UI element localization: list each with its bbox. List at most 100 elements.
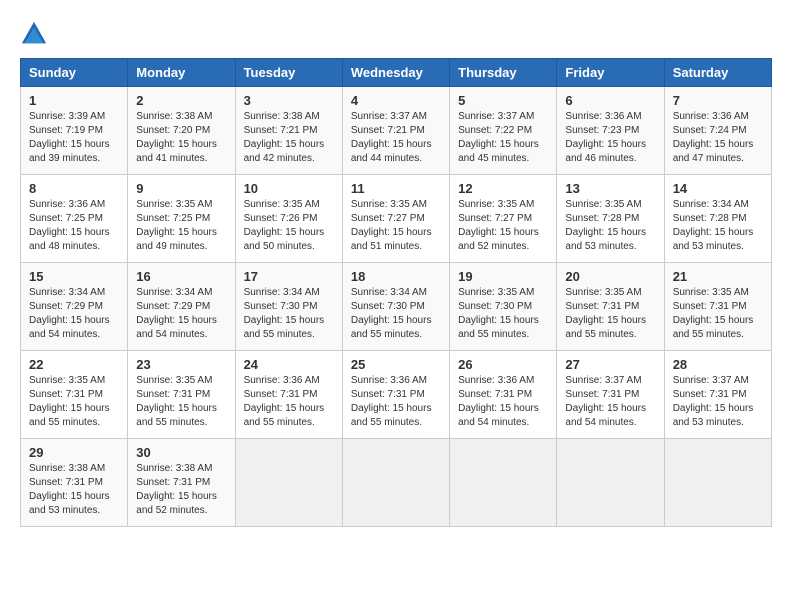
day-info: Sunrise: 3:38 AM Sunset: 7:20 PM Dayligh… xyxy=(136,110,226,166)
day-info: Sunrise: 3:36 AM Sunset: 7:25 PM Dayligh… xyxy=(29,198,119,254)
day-cell: 17 Sunrise: 3:34 AM Sunset: 7:30 PM Dayli… xyxy=(235,263,342,351)
day-number: 4 xyxy=(351,93,441,108)
day-info: Sunrise: 3:39 AM Sunset: 7:19 PM Dayligh… xyxy=(29,110,119,166)
day-cell: 18 Sunrise: 3:34 AM Sunset: 7:30 PM Dayli… xyxy=(342,263,449,351)
day-number: 8 xyxy=(29,181,119,196)
day-cell: 8 Sunrise: 3:36 AM Sunset: 7:25 PM Daylig… xyxy=(21,175,128,263)
weekday-header-thursday: Thursday xyxy=(450,59,557,87)
week-row-5: 29 Sunrise: 3:38 AM Sunset: 7:31 PM Dayli… xyxy=(21,439,772,527)
day-cell xyxy=(235,439,342,527)
day-cell: 25 Sunrise: 3:36 AM Sunset: 7:31 PM Dayli… xyxy=(342,351,449,439)
day-info: Sunrise: 3:36 AM Sunset: 7:23 PM Dayligh… xyxy=(565,110,655,166)
day-info: Sunrise: 3:35 AM Sunset: 7:30 PM Dayligh… xyxy=(458,286,548,342)
week-row-4: 22 Sunrise: 3:35 AM Sunset: 7:31 PM Dayli… xyxy=(21,351,772,439)
day-number: 18 xyxy=(351,269,441,284)
logo xyxy=(20,20,52,48)
day-cell: 27Sunrise: 3:37 AM Sunset: 7:31 PM Dayli… xyxy=(557,351,664,439)
day-number: 29 xyxy=(29,445,119,460)
day-info: Sunrise: 3:34 AM Sunset: 7:30 PM Dayligh… xyxy=(351,286,441,342)
day-number: 17 xyxy=(244,269,334,284)
day-number: 15 xyxy=(29,269,119,284)
day-info: Sunrise: 3:37 AM Sunset: 7:22 PM Dayligh… xyxy=(458,110,548,166)
weekday-header-monday: Monday xyxy=(128,59,235,87)
day-info: Sunrise: 3:34 AM Sunset: 7:30 PM Dayligh… xyxy=(244,286,334,342)
day-cell: 19 Sunrise: 3:35 AM Sunset: 7:30 PM Dayli… xyxy=(450,263,557,351)
day-info: Sunrise: 3:36 AM Sunset: 7:24 PM Dayligh… xyxy=(673,110,763,166)
day-number: 23 xyxy=(136,357,226,372)
day-number: 13 xyxy=(565,181,655,196)
day-info: Sunrise: 3:35 AM Sunset: 7:31 PM Dayligh… xyxy=(673,286,763,342)
day-number: 21 xyxy=(673,269,763,284)
day-cell: 23 Sunrise: 3:35 AM Sunset: 7:31 PM Dayli… xyxy=(128,351,235,439)
day-number: 20 xyxy=(565,269,655,284)
day-number: 14 xyxy=(673,181,763,196)
day-cell xyxy=(342,439,449,527)
day-info: Sunrise: 3:35 AM Sunset: 7:25 PM Dayligh… xyxy=(136,198,226,254)
day-info: Sunrise: 3:37 AM Sunset: 7:21 PM Dayligh… xyxy=(351,110,441,166)
day-cell: 13 Sunrise: 3:35 AM Sunset: 7:28 PM Dayli… xyxy=(557,175,664,263)
weekday-header-sunday: Sunday xyxy=(21,59,128,87)
day-cell: 24Sunrise: 3:36 AM Sunset: 7:31 PM Dayli… xyxy=(235,351,342,439)
day-number: 10 xyxy=(244,181,334,196)
day-cell: 11 Sunrise: 3:35 AM Sunset: 7:27 PM Dayli… xyxy=(342,175,449,263)
day-number: 22 xyxy=(29,357,119,372)
day-info: Sunrise: 3:34 AM Sunset: 7:29 PM Dayligh… xyxy=(136,286,226,342)
weekday-header-saturday: Saturday xyxy=(664,59,771,87)
weekday-header-friday: Friday xyxy=(557,59,664,87)
day-number: 30 xyxy=(136,445,226,460)
day-number: 28 xyxy=(673,357,763,372)
day-info: Sunrise: 3:36 AM Sunset: 7:31 PM Dayligh… xyxy=(351,374,441,430)
day-info: Sunrise: 3:36 AM Sunset: 7:31 PM Dayligh… xyxy=(458,374,548,430)
day-info: Sunrise: 3:35 AM Sunset: 7:27 PM Dayligh… xyxy=(351,198,441,254)
day-number: 9 xyxy=(136,181,226,196)
day-number: 25 xyxy=(351,357,441,372)
day-cell xyxy=(450,439,557,527)
week-row-1: 1 Sunrise: 3:39 AM Sunset: 7:19 PM Daylig… xyxy=(21,87,772,175)
day-number: 2 xyxy=(136,93,226,108)
day-number: 19 xyxy=(458,269,548,284)
day-cell: 6 Sunrise: 3:36 AM Sunset: 7:23 PM Daylig… xyxy=(557,87,664,175)
calendar-table: SundayMondayTuesdayWednesdayThursdayFrid… xyxy=(20,58,772,527)
day-cell: 22 Sunrise: 3:35 AM Sunset: 7:31 PM Dayli… xyxy=(21,351,128,439)
day-info: Sunrise: 3:36 AM Sunset: 7:31 PM Dayligh… xyxy=(244,374,334,430)
day-cell: 14 Sunrise: 3:34 AM Sunset: 7:28 PM Dayli… xyxy=(664,175,771,263)
day-cell: 20 Sunrise: 3:35 AM Sunset: 7:31 PM Dayli… xyxy=(557,263,664,351)
day-cell: 4 Sunrise: 3:37 AM Sunset: 7:21 PM Daylig… xyxy=(342,87,449,175)
day-number: 1 xyxy=(29,93,119,108)
week-row-2: 8 Sunrise: 3:36 AM Sunset: 7:25 PM Daylig… xyxy=(21,175,772,263)
day-info: Sunrise: 3:38 AM Sunset: 7:21 PM Dayligh… xyxy=(244,110,334,166)
day-info: Sunrise: 3:35 AM Sunset: 7:31 PM Dayligh… xyxy=(29,374,119,430)
day-info: Sunrise: 3:34 AM Sunset: 7:29 PM Dayligh… xyxy=(29,286,119,342)
day-cell: 2 Sunrise: 3:38 AM Sunset: 7:20 PM Daylig… xyxy=(128,87,235,175)
day-info: Sunrise: 3:37 AM Sunset: 7:31 PM Dayligh… xyxy=(673,374,763,430)
weekday-header-row: SundayMondayTuesdayWednesdayThursdayFrid… xyxy=(21,59,772,87)
day-cell: 16 Sunrise: 3:34 AM Sunset: 7:29 PM Dayli… xyxy=(128,263,235,351)
day-info: Sunrise: 3:34 AM Sunset: 7:28 PM Dayligh… xyxy=(673,198,763,254)
day-info: Sunrise: 3:35 AM Sunset: 7:31 PM Dayligh… xyxy=(565,286,655,342)
day-cell: 29 Sunrise: 3:38 AM Sunset: 7:31 PM Dayli… xyxy=(21,439,128,527)
day-cell xyxy=(664,439,771,527)
day-cell: 15 Sunrise: 3:34 AM Sunset: 7:29 PM Dayli… xyxy=(21,263,128,351)
day-cell: 26Sunrise: 3:36 AM Sunset: 7:31 PM Dayli… xyxy=(450,351,557,439)
weekday-header-tuesday: Tuesday xyxy=(235,59,342,87)
day-info: Sunrise: 3:35 AM Sunset: 7:26 PM Dayligh… xyxy=(244,198,334,254)
day-cell: 12Sunrise: 3:35 AM Sunset: 7:27 PM Dayli… xyxy=(450,175,557,263)
day-number: 11 xyxy=(351,181,441,196)
day-cell: 7 Sunrise: 3:36 AM Sunset: 7:24 PM Daylig… xyxy=(664,87,771,175)
day-number: 3 xyxy=(244,93,334,108)
day-cell: 28 Sunrise: 3:37 AM Sunset: 7:31 PM Dayli… xyxy=(664,351,771,439)
day-cell: 9 Sunrise: 3:35 AM Sunset: 7:25 PM Daylig… xyxy=(128,175,235,263)
week-row-3: 15 Sunrise: 3:34 AM Sunset: 7:29 PM Dayli… xyxy=(21,263,772,351)
day-number: 7 xyxy=(673,93,763,108)
day-info: Sunrise: 3:35 AM Sunset: 7:28 PM Dayligh… xyxy=(565,198,655,254)
day-cell: 30Sunrise: 3:38 AM Sunset: 7:31 PM Dayli… xyxy=(128,439,235,527)
day-number: 16 xyxy=(136,269,226,284)
day-cell: 10 Sunrise: 3:35 AM Sunset: 7:26 PM Dayli… xyxy=(235,175,342,263)
day-info: Sunrise: 3:35 AM Sunset: 7:27 PM Dayligh… xyxy=(458,198,548,254)
day-number: 5 xyxy=(458,93,548,108)
logo-icon xyxy=(20,20,48,48)
day-info: Sunrise: 3:38 AM Sunset: 7:31 PM Dayligh… xyxy=(29,462,119,518)
day-number: 6 xyxy=(565,93,655,108)
day-cell: 21 Sunrise: 3:35 AM Sunset: 7:31 PM Dayli… xyxy=(664,263,771,351)
day-info: Sunrise: 3:35 AM Sunset: 7:31 PM Dayligh… xyxy=(136,374,226,430)
